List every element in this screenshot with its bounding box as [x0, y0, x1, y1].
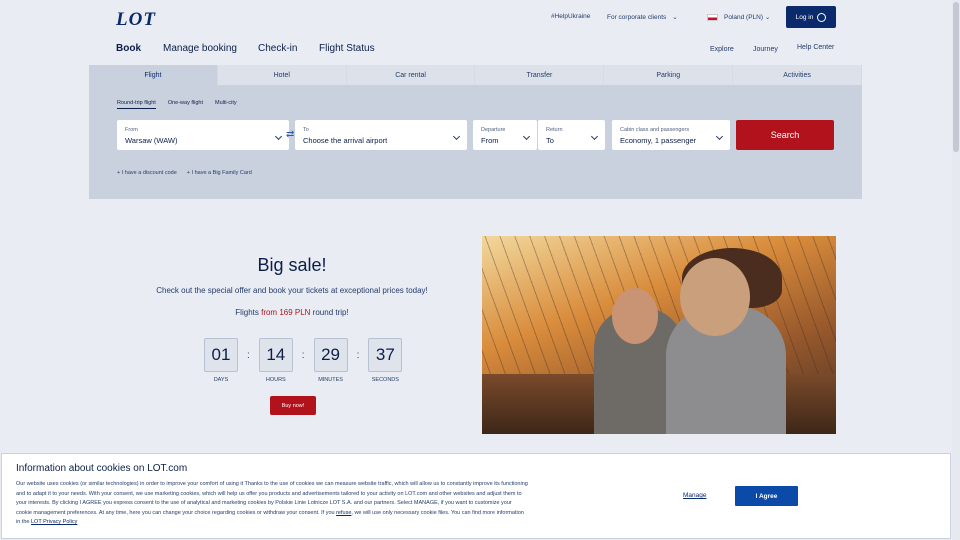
chevron-down-icon: ⌄: [764, 14, 771, 21]
from-value: Warsaw (WAW): [125, 136, 178, 145]
manage-cookies-link[interactable]: Manage: [683, 492, 707, 499]
cabin-passengers-field[interactable]: Cabin class and passengers Economy, 1 pa…: [612, 120, 730, 150]
countdown-minutes-value: 29: [313, 338, 348, 372]
return-field[interactable]: Return To: [538, 120, 605, 150]
nav-flight-status[interactable]: Flight Status: [319, 43, 375, 54]
cookie-banner: Information about cookies on LOT.com Our…: [1, 453, 951, 539]
cookie-text: Our website uses cookies (or similar tec…: [16, 480, 528, 528]
from-label: From: [125, 127, 138, 133]
privacy-policy-link[interactable]: LOT Privacy Policy: [31, 519, 77, 525]
countdown-separator: :: [301, 350, 305, 361]
countdown-seconds-value: 37: [368, 338, 403, 372]
main-nav: Book Manage booking Check-in Flight Stat…: [0, 43, 960, 57]
promo-photo: [482, 236, 836, 434]
promo-price: from 169 PLN: [261, 308, 311, 317]
promo-title: Big sale!: [257, 255, 327, 275]
to-label: To: [303, 127, 309, 133]
discount-code-label: I have a discount code: [121, 170, 177, 176]
corporate-clients-dropdown[interactable]: For corporate clients ⌄: [607, 13, 678, 21]
countdown-seconds-unit: SECONDS: [371, 377, 399, 383]
return-label: Return: [546, 127, 563, 133]
scrollbar-thumb[interactable]: [953, 2, 959, 152]
departure-field[interactable]: Departure From: [473, 120, 537, 150]
photo-person-man-head: [612, 288, 658, 344]
chevron-down-icon: ⌄: [672, 14, 678, 21]
promo-flights-prefix: Flights: [235, 308, 262, 317]
from-field[interactable]: From Warsaw (WAW): [117, 120, 289, 150]
promo-subtitle: Check out the special offer and book you…: [156, 286, 428, 295]
promo-price-line: Flights from 169 PLN round trip!: [192, 308, 392, 317]
corporate-label: For corporate clients: [607, 14, 667, 21]
departure-label: Departure: [481, 127, 506, 133]
tab-transfer[interactable]: Transfer: [475, 65, 605, 85]
login-button[interactable]: Log in: [786, 6, 836, 28]
page-scrollbar[interactable]: [952, 0, 960, 540]
countdown-minutes-unit: MINUTES: [318, 377, 343, 383]
countdown-separator: :: [247, 350, 250, 361]
login-label: Log in: [795, 13, 814, 21]
cookie-title: Information about cookies on LOT.com: [16, 463, 188, 474]
countdown-hours-unit: HOURS: [265, 377, 286, 383]
nav-check-in[interactable]: Check-in: [258, 43, 297, 54]
countdown-days-value: 01: [204, 338, 238, 372]
trip-multi-city[interactable]: Multi-city: [215, 100, 237, 109]
tab-car-rental[interactable]: Car rental: [346, 65, 476, 85]
photo-person-woman-head: [680, 258, 750, 336]
country-selector[interactable]: Poland (PLN) ⌄: [724, 13, 770, 21]
tab-hotel[interactable]: Hotel: [217, 65, 347, 85]
trip-one-way[interactable]: One-way flight: [168, 100, 203, 109]
user-icon: [817, 12, 827, 22]
refuse-link[interactable]: refuse: [336, 510, 351, 516]
countdown-separator: :: [356, 350, 360, 361]
countdown-hours: 14 HOURS: [258, 338, 293, 383]
agree-button[interactable]: I Agree: [735, 486, 798, 506]
buy-now-button[interactable]: Buy now!: [270, 396, 316, 415]
to-field[interactable]: To Choose the arrival airport: [295, 120, 467, 150]
countdown-seconds: 37 SECONDS: [368, 338, 403, 383]
countdown-timer: 01 DAYS : 14 HOURS : 29 MINUTES : 37 SECONDS: [204, 338, 403, 383]
big-family-card-label: I have a Big Family Card: [191, 170, 252, 176]
nav-help-center[interactable]: Help Center: [797, 44, 834, 51]
nav-journey[interactable]: Journey: [753, 46, 778, 53]
to-value: Choose the arrival airport: [303, 136, 388, 145]
cabin-label: Cabin class and passengers: [620, 127, 690, 133]
nav-manage-booking[interactable]: Manage booking: [163, 43, 237, 54]
return-value: To: [546, 136, 554, 145]
help-ukraine-link[interactable]: #HelpUkraine: [551, 13, 590, 20]
countdown-days-unit: DAYS: [213, 377, 229, 383]
nav-book[interactable]: Book: [116, 43, 141, 54]
cabin-value: Economy, 1 passenger: [620, 136, 697, 145]
plus-icon: +: [186, 170, 191, 176]
poland-flag-icon: [707, 14, 718, 21]
discount-code-link[interactable]: + I have a discount code: [117, 170, 177, 176]
countdown-minutes: 29 MINUTES: [313, 338, 348, 383]
nav-explore[interactable]: Explore: [710, 46, 734, 53]
trip-type-selector: Round-trip flight One-way flight Multi-c…: [117, 100, 237, 109]
departure-value: From: [481, 136, 499, 145]
booking-tabs: Flight Hotel Car rental Transfer Parking…: [89, 65, 862, 85]
trip-round[interactable]: Round-trip flight: [117, 100, 156, 109]
tab-parking[interactable]: Parking: [604, 65, 734, 85]
countdown-hours-value: 14: [258, 338, 293, 372]
booking-panel: Flight Hotel Car rental Transfer Parking…: [89, 65, 862, 199]
swap-icon[interactable]: ⇄: [286, 129, 294, 140]
booking-extras: + I have a discount code + I have a Big …: [117, 170, 252, 176]
country-label: Poland (PLN): [724, 14, 764, 21]
lot-logo[interactable]: LOT: [116, 9, 156, 31]
tab-flight[interactable]: Flight: [89, 65, 218, 85]
plus-icon: +: [117, 170, 121, 176]
big-family-card-link[interactable]: + I have a Big Family Card: [187, 170, 252, 176]
top-bar: LOT #HelpUkraine For corporate clients ⌄ …: [0, 0, 960, 36]
countdown-days: 01 DAYS: [204, 338, 238, 383]
tab-activities[interactable]: Activities: [733, 65, 862, 85]
promo-flights-suffix: round trip!: [310, 308, 349, 317]
search-button[interactable]: Search: [736, 120, 834, 150]
